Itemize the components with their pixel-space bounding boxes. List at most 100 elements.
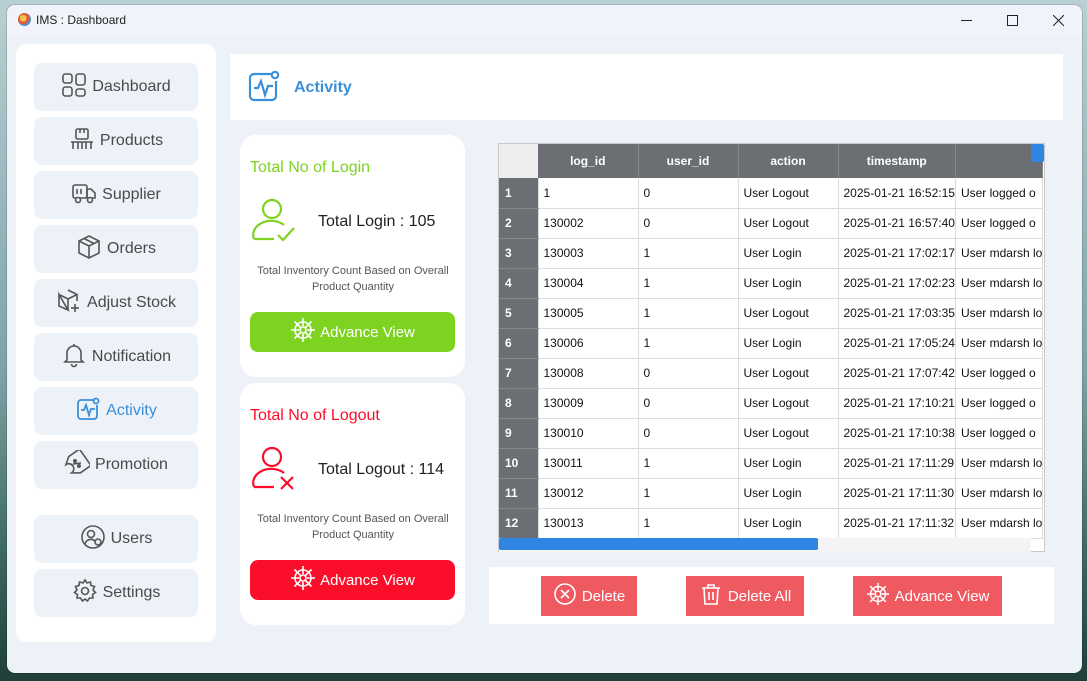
table-row[interactable]: 2 130002 0 User Logout 2025-01-21 16:57:40 Us… xyxy=(499,208,1044,239)
table-cell[interactable]: User logged o xyxy=(955,358,1044,389)
table-row[interactable]: 12 130013 1 User Login 2025-01-21 17:11:32 Us… xyxy=(499,508,1044,539)
table-cell[interactable]: 1 xyxy=(638,508,739,539)
row-number[interactable]: 3 xyxy=(499,238,539,269)
table-cell[interactable]: 2025-01-21 16:52:15 xyxy=(838,178,956,209)
sidebar-item-products[interactable]: Products xyxy=(34,117,198,165)
table-cell[interactable]: User Login xyxy=(738,478,839,509)
table-cell[interactable]: User Login xyxy=(738,508,839,539)
table-cell[interactable]: 130012 xyxy=(538,478,639,509)
table-cell[interactable]: User mdarsh lo xyxy=(955,268,1044,299)
table-row[interactable]: 6 130006 1 User Login 2025-01-21 17:05:24 Use… xyxy=(499,328,1044,359)
table-cell[interactable]: 130008 xyxy=(538,358,639,389)
table-cell[interactable]: User Logout xyxy=(738,208,839,239)
sidebar-item-supplier[interactable]: Supplier xyxy=(34,171,198,219)
table-cell[interactable]: User Logout xyxy=(738,358,839,389)
activity-log-table[interactable]: log_id user_id action timestamp 1 1 0 User … xyxy=(498,143,1045,552)
table-cell[interactable]: User mdarsh lo xyxy=(955,238,1044,269)
table-cell[interactable]: User Login xyxy=(738,328,839,359)
table-cell[interactable]: User logged o xyxy=(955,208,1044,239)
table-cell[interactable]: User Logout xyxy=(738,418,839,449)
table-cell[interactable]: User mdarsh lo xyxy=(955,298,1044,329)
table-cell[interactable]: 2025-01-21 17:10:21 xyxy=(838,388,956,419)
logout-advance-view-button[interactable]: Advance View xyxy=(250,560,455,600)
table-cell[interactable]: 0 xyxy=(638,418,739,449)
table-cell[interactable]: 1 xyxy=(538,178,639,209)
table-cell[interactable]: 0 xyxy=(638,208,739,239)
table-row[interactable]: 10 130011 1 User Login 2025-01-21 17:11:29 Us… xyxy=(499,448,1044,479)
table-cell[interactable]: 0 xyxy=(638,358,739,389)
column-header[interactable]: timestamp xyxy=(838,144,956,178)
table-cell[interactable]: 2025-01-21 17:11:32 xyxy=(838,508,956,539)
maximize-button[interactable] xyxy=(989,5,1035,35)
table-cell[interactable]: 0 xyxy=(638,388,739,419)
column-header[interactable]: log_id xyxy=(538,144,639,178)
table-cell[interactable]: 1 xyxy=(638,268,739,299)
table-cell[interactable]: 2025-01-21 17:11:30 xyxy=(838,478,956,509)
table-cell[interactable]: User logged o xyxy=(955,178,1044,209)
vertical-scroll-thumb[interactable] xyxy=(1031,144,1044,162)
sidebar-item-settings[interactable]: Settings xyxy=(34,569,198,617)
corner-cell[interactable] xyxy=(499,144,538,178)
table-cell[interactable]: 130011 xyxy=(538,448,639,479)
table-cell[interactable]: User mdarsh lo xyxy=(955,478,1044,509)
row-number[interactable]: 11 xyxy=(499,478,539,509)
minimize-button[interactable] xyxy=(943,5,989,35)
row-number[interactable]: 12 xyxy=(499,508,539,539)
table-row[interactable]: 1 1 0 User Logout 2025-01-21 16:52:15 User lo… xyxy=(499,178,1044,209)
table-cell[interactable]: User mdarsh lo xyxy=(955,448,1044,479)
table-cell[interactable]: 2025-01-21 17:02:17 xyxy=(838,238,956,269)
login-advance-view-button[interactable]: Advance View xyxy=(250,312,455,352)
table-cell[interactable]: 130010 xyxy=(538,418,639,449)
table-cell[interactable]: 1 xyxy=(638,448,739,479)
table-row[interactable]: 9 130010 0 User Logout 2025-01-21 17:10:38 Us… xyxy=(499,418,1044,449)
sidebar-item-orders[interactable]: Orders xyxy=(34,225,198,273)
table-cell[interactable]: User Logout xyxy=(738,388,839,419)
table-cell[interactable]: User Logout xyxy=(738,178,839,209)
row-number[interactable]: 9 xyxy=(499,418,539,449)
table-cell[interactable]: 130004 xyxy=(538,268,639,299)
sidebar-item-users[interactable]: Users xyxy=(34,515,198,563)
table-row[interactable]: 3 130003 1 User Login 2025-01-21 17:02:17 Use… xyxy=(499,238,1044,269)
sidebar-item-dashboard[interactable]: Dashboard xyxy=(34,63,198,111)
table-cell[interactable]: 2025-01-21 17:10:38 xyxy=(838,418,956,449)
row-number[interactable]: 1 xyxy=(499,178,539,209)
table-cell[interactable]: 130009 xyxy=(538,388,639,419)
table-cell[interactable]: 130002 xyxy=(538,208,639,239)
column-header[interactable]: action xyxy=(738,144,839,178)
table-cell[interactable]: 2025-01-21 17:03:35 xyxy=(838,298,956,329)
data-grid[interactable]: log_id user_id action timestamp 1 1 0 User … xyxy=(499,144,1044,539)
table-cell[interactable]: 1 xyxy=(638,298,739,329)
table-cell[interactable]: User Login xyxy=(738,448,839,479)
table-row[interactable]: 7 130008 0 User Logout 2025-01-21 17:07:42 Us… xyxy=(499,358,1044,389)
table-cell[interactable]: User logged o xyxy=(955,388,1044,419)
table-cell[interactable]: 130005 xyxy=(538,298,639,329)
table-cell[interactable]: User Logout xyxy=(738,298,839,329)
table-row[interactable]: 8 130009 0 User Logout 2025-01-21 17:10:21 Us… xyxy=(499,388,1044,419)
sidebar-item-promotion[interactable]: Promotion xyxy=(34,441,198,489)
horizontal-scroll-thumb[interactable] xyxy=(499,538,818,550)
close-button[interactable] xyxy=(1035,5,1081,35)
table-cell[interactable]: 1 xyxy=(638,328,739,359)
sidebar-item-notification[interactable]: Notification xyxy=(34,333,198,381)
row-number[interactable]: 2 xyxy=(499,208,539,239)
sidebar-item-activity[interactable]: Activity xyxy=(34,387,198,435)
column-header[interactable]: user_id xyxy=(638,144,739,178)
table-row[interactable]: 11 130012 1 User Login 2025-01-21 17:11:30 Us… xyxy=(499,478,1044,509)
table-cell[interactable]: 130003 xyxy=(538,238,639,269)
delete-button[interactable]: Delete xyxy=(541,576,637,616)
table-cell[interactable]: 2025-01-21 17:05:24 xyxy=(838,328,956,359)
table-cell[interactable]: User logged o xyxy=(955,418,1044,449)
row-number[interactable]: 8 xyxy=(499,388,539,419)
row-number[interactable]: 7 xyxy=(499,358,539,389)
table-row[interactable]: 5 130005 1 User Logout 2025-01-21 17:03:35 Us… xyxy=(499,298,1044,329)
delete-all-button[interactable]: Delete All xyxy=(686,576,804,616)
table-cell[interactable]: 130013 xyxy=(538,508,639,539)
table-cell[interactable]: User Login xyxy=(738,268,839,299)
table-cell[interactable]: 130006 xyxy=(538,328,639,359)
table-cell[interactable]: 2025-01-21 17:02:23 xyxy=(838,268,956,299)
row-number[interactable]: 4 xyxy=(499,268,539,299)
row-number[interactable]: 6 xyxy=(499,328,539,359)
sidebar-item-adjust-stock[interactable]: Adjust Stock xyxy=(34,279,198,327)
row-number[interactable]: 5 xyxy=(499,298,539,329)
table-cell[interactable]: User Login xyxy=(738,238,839,269)
